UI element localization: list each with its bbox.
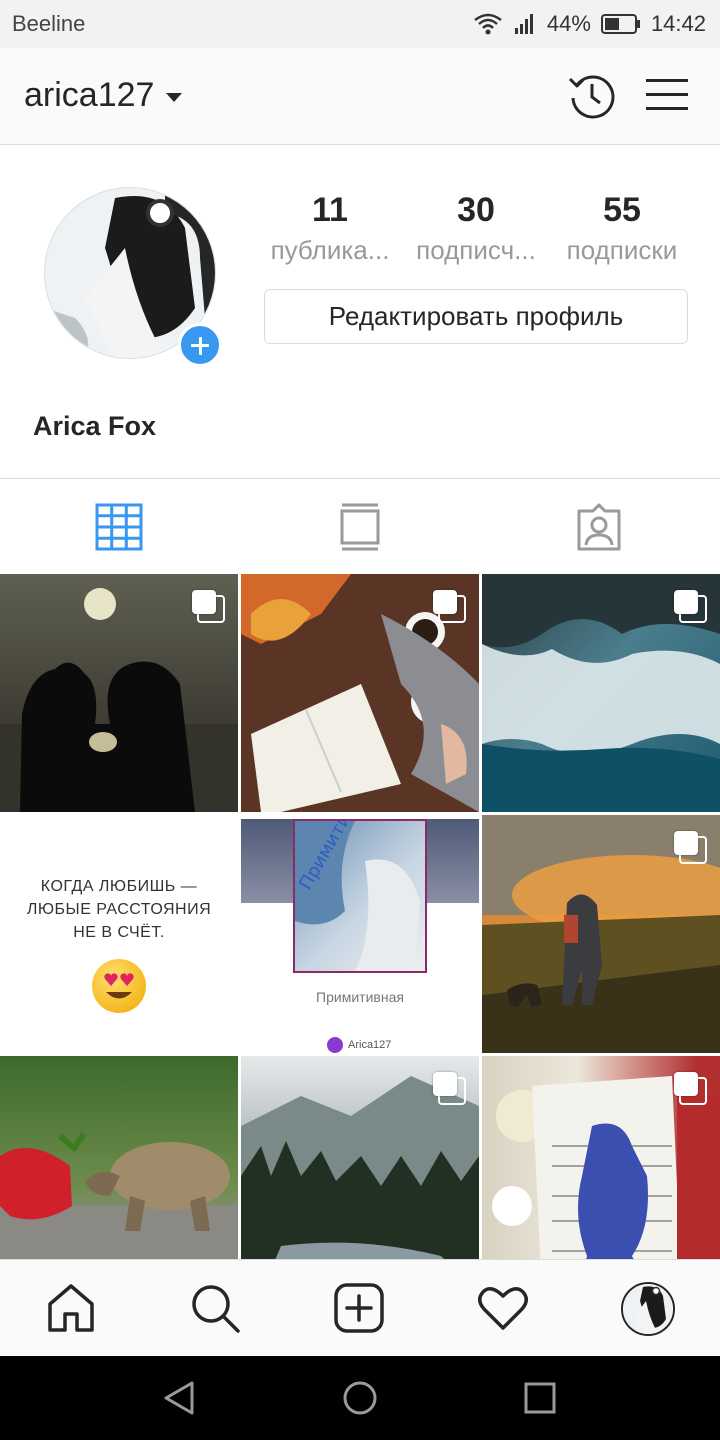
battery-percent: 44% — [546, 11, 591, 36]
heart-eyes-emoji-icon — [92, 959, 146, 1013]
carousel-icon — [433, 590, 466, 623]
carousel-icon — [674, 1072, 707, 1105]
poster-title: Примитивная — [316, 989, 404, 1005]
profile-full-name: Arica Fox — [33, 411, 157, 441]
following-count-label: подписки — [566, 235, 678, 265]
following-count-value: 55 — [603, 191, 641, 229]
carousel-icon — [674, 831, 707, 864]
top-app-bar: arica127 — [0, 48, 720, 145]
account-switcher[interactable]: arica127 — [24, 76, 183, 115]
posts-count-value: 11 — [312, 191, 348, 229]
post-thumbnail[interactable] — [0, 1056, 238, 1260]
back-icon[interactable] — [162, 1380, 198, 1416]
add-icon[interactable] — [333, 1282, 385, 1334]
signal-icon — [513, 12, 537, 36]
carousel-icon — [674, 590, 707, 623]
heart-icon[interactable] — [477, 1282, 529, 1334]
carrier-name: Beeline — [12, 11, 86, 36]
chevron-down-icon — [166, 92, 183, 102]
feed-icon[interactable] — [336, 503, 384, 551]
post-thumbnail[interactable]: КОГДА ЛЮБИШЬ — ЛЮБЫЕ РАССТОЯНИЯ НЕ В СЧЁ… — [0, 815, 238, 1053]
post-thumbnail[interactable]: Примитивная Примитивная Arica127 — [241, 815, 479, 1053]
posts-grid: КОГДА ЛЮБИШЬ — ЛЮБЫЕ РАССТОЯНИЯ НЕ В СЧЁ… — [0, 574, 720, 1260]
grid-icon[interactable] — [95, 503, 143, 551]
post-thumbnail[interactable] — [241, 574, 479, 812]
poster-author: Arica127 — [348, 1039, 392, 1051]
post-thumbnail[interactable] — [0, 574, 238, 812]
clock: 14:42 — [650, 11, 706, 36]
profile-tabs — [0, 478, 720, 574]
status-bar: Beeline 44% 14:42 — [0, 0, 720, 48]
home-circle-icon[interactable] — [342, 1380, 378, 1416]
following-count[interactable]: 55 подписки — [556, 190, 688, 270]
history-icon[interactable] — [566, 71, 616, 121]
profile-stats: 11 публика... 30 подписч... 55 подписки — [264, 190, 688, 270]
author-avatar — [327, 1037, 343, 1053]
poster-image: Примитивная — [293, 815, 427, 973]
add-story-button[interactable] — [178, 323, 222, 367]
followers-count[interactable]: 30 подписч... — [410, 190, 542, 270]
quote-text: КОГДА ЛЮБИШЬ — ЛЮБЫЕ РАССТОЯНИЯ НЕ В СЧЁ… — [26, 878, 212, 941]
carousel-icon — [433, 1072, 466, 1105]
battery-icon — [600, 13, 641, 35]
carousel-icon — [192, 590, 225, 623]
post-thumbnail[interactable] — [482, 574, 720, 812]
post-thumbnail[interactable] — [241, 1056, 479, 1260]
posts-count[interactable]: 11 публика... — [264, 190, 396, 270]
recents-icon[interactable] — [522, 1380, 558, 1416]
wifi-icon — [473, 12, 503, 36]
edit-profile-button[interactable]: Редактировать профиль — [264, 289, 688, 344]
posts-count-label: публика... — [270, 235, 390, 265]
search-icon[interactable] — [189, 1282, 241, 1334]
tagged-icon[interactable] — [575, 503, 623, 551]
profile-avatar[interactable] — [621, 1282, 675, 1336]
followers-count-value: 30 — [457, 191, 495, 229]
username-label: arica127 — [24, 76, 155, 114]
post-thumbnail[interactable] — [482, 1056, 720, 1260]
post-thumbnail[interactable] — [482, 815, 720, 1053]
followers-count-label: подписч... — [416, 235, 536, 265]
bottom-navigation — [0, 1259, 720, 1356]
menu-icon[interactable] — [645, 76, 689, 114]
system-navigation-bar — [0, 1356, 720, 1440]
home-icon[interactable] — [45, 1282, 97, 1334]
